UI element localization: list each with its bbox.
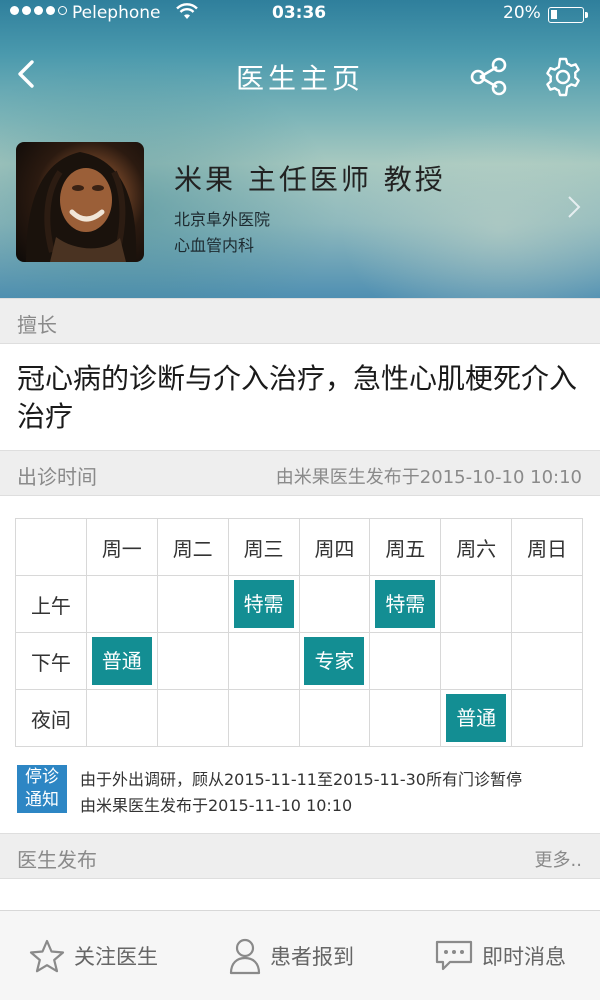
share-icon xyxy=(470,57,507,96)
specialty-section-header: 擅长 xyxy=(0,298,600,344)
clock-time: 03:36 xyxy=(272,3,327,23)
schedule-cell xyxy=(298,689,371,747)
posts-label: 医生发布 xyxy=(17,848,97,872)
chevron-right-icon xyxy=(568,196,581,218)
notice-badge-line1: 停诊 xyxy=(25,767,59,787)
patient-report-button[interactable]: 患者报到 xyxy=(228,911,354,1000)
navigation-bar: 医生主页 xyxy=(0,40,600,110)
share-button[interactable] xyxy=(468,56,510,96)
day-header: 周五 xyxy=(369,518,442,576)
notice-badge-line2: 通知 xyxy=(25,790,59,810)
specialty-text: 冠心病的诊断与介入治疗，急性心肌梗死介入治疗 xyxy=(17,362,578,433)
doctor-department: 心血管内科 xyxy=(174,236,255,255)
doctor-avatar xyxy=(16,142,144,262)
battery-icon xyxy=(548,7,588,23)
appointment-slot-expert[interactable]: 专家 xyxy=(304,637,365,685)
status-bar: Pelephone 03:36 20% xyxy=(0,0,600,28)
notice-published: 由米果医生发布于2015-11-10 10:10 xyxy=(80,796,353,815)
row-label: 夜间 xyxy=(15,689,87,747)
day-header: 周一 xyxy=(85,518,158,576)
more-link[interactable]: 更多.. xyxy=(535,846,582,872)
schedule-row-afternoon: 下午 普通 专家 xyxy=(15,632,583,690)
suspension-notice-badge: 停诊 通知 xyxy=(17,765,67,813)
schedule-published: 由米果医生发布于2015-10-10 10:10 xyxy=(275,467,582,488)
schedule-cell xyxy=(156,689,229,747)
instant-message-button[interactable]: 即时消息 xyxy=(434,911,566,1000)
schedule-table: 周一 周二 周三 周四 周五 周六 周日 上午 特需 特需 下午 普通 专家 夜… xyxy=(15,518,583,747)
day-header: 周日 xyxy=(511,518,583,576)
doctor-hospital: 北京阜外医院 xyxy=(174,210,271,229)
appointment-slot-regular[interactable]: 普通 xyxy=(446,694,507,742)
day-header: 周四 xyxy=(298,518,371,576)
person-icon xyxy=(229,938,261,975)
schedule-cell: 普通 xyxy=(440,689,513,747)
star-icon xyxy=(29,939,65,973)
posts-section-header: 医生发布 更多.. xyxy=(0,833,600,879)
page-title: 医生主页 xyxy=(235,62,364,95)
schedule-cell xyxy=(156,632,229,690)
appointment-slot-special[interactable]: 特需 xyxy=(375,580,436,628)
schedule-row-morning: 上午 特需 特需 xyxy=(15,575,583,633)
schedule-header-row: 周一 周二 周三 周四 周五 周六 周日 xyxy=(15,518,583,576)
schedule-label: 出诊时间 xyxy=(17,465,97,489)
schedule-cell xyxy=(369,689,442,747)
schedule-cell xyxy=(85,575,158,633)
schedule-cell: 特需 xyxy=(227,575,300,633)
notice-text: 由于外出调研，顾从2015-11-11至2015-11-30所有门诊暂停 xyxy=(80,770,522,789)
schedule-cell xyxy=(298,575,371,633)
schedule-cell: 特需 xyxy=(369,575,442,633)
follow-doctor-label: 关注医生 xyxy=(74,945,158,969)
day-header: 周三 xyxy=(227,518,300,576)
schedule-cell xyxy=(227,689,300,747)
schedule-cell xyxy=(85,689,158,747)
carrier-name: Pelephone xyxy=(72,3,161,23)
schedule-cell xyxy=(156,575,229,633)
schedule-cell xyxy=(369,632,442,690)
follow-doctor-button[interactable]: 关注医生 xyxy=(28,911,158,1000)
schedule-cell xyxy=(511,632,583,690)
instant-message-label: 即时消息 xyxy=(482,945,566,969)
schedule-cell xyxy=(511,575,583,633)
doctor-profile-card[interactable]: 米果 主任医师 教授 北京阜外医院 心血管内科 xyxy=(0,140,600,270)
schedule-cell xyxy=(440,575,513,633)
schedule-cell: 普通 xyxy=(85,632,158,690)
schedule-cell xyxy=(227,632,300,690)
row-label: 上午 xyxy=(15,575,87,633)
schedule-cell xyxy=(511,689,583,747)
schedule-cell xyxy=(440,632,513,690)
row-label: 下午 xyxy=(15,632,87,690)
schedule-row-night: 夜间 普通 xyxy=(15,689,583,747)
day-header: 周六 xyxy=(440,518,513,576)
chat-bubble-icon xyxy=(435,940,473,971)
gear-icon xyxy=(546,57,580,97)
doctor-name-title: 米果 主任医师 教授 xyxy=(174,163,446,196)
specialty-label: 擅长 xyxy=(17,313,57,337)
appointment-slot-regular[interactable]: 普通 xyxy=(91,637,152,685)
bottom-action-bar: 关注医生 患者报到 即时消息 xyxy=(0,910,600,1000)
settings-button[interactable] xyxy=(542,56,584,98)
battery-percent: 20% xyxy=(503,3,541,23)
patient-report-label: 患者报到 xyxy=(270,945,354,969)
schedule-cell: 专家 xyxy=(298,632,371,690)
appointment-slot-special[interactable]: 特需 xyxy=(233,580,294,628)
schedule-section-header: 出诊时间 由米果医生发布于2015-10-10 10:10 xyxy=(0,450,600,496)
signal-strength-icon xyxy=(10,6,67,15)
wifi-icon xyxy=(176,3,198,26)
corner-cell xyxy=(15,518,87,576)
day-header: 周二 xyxy=(156,518,229,576)
